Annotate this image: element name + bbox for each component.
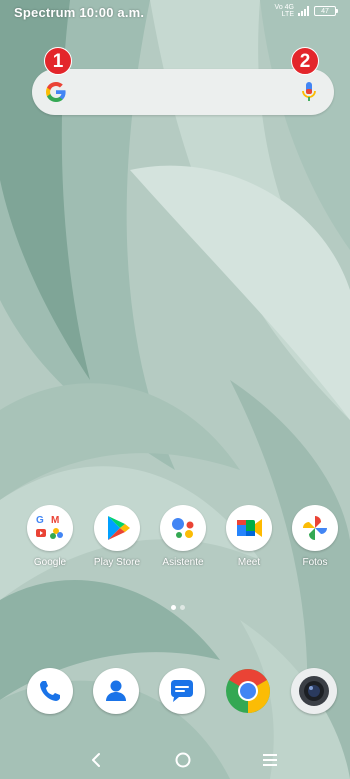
microphone-icon[interactable] (300, 80, 318, 104)
app-label-fotos: Fotos (302, 557, 328, 568)
google-search-bar[interactable] (32, 69, 334, 115)
page-dot-active (171, 605, 176, 610)
phone-icon (40, 681, 60, 701)
network-lte: LTE (281, 11, 294, 18)
navigation-bar (0, 736, 350, 779)
battery-level: 47 (321, 8, 329, 15)
contacts-icon (106, 680, 126, 701)
phone-app[interactable] (27, 668, 73, 714)
callout-badge-2: 2 (291, 47, 319, 75)
meet-camera-icon (237, 519, 262, 537)
home-icon[interactable] (165, 742, 201, 778)
status-left: Spectrum 10:00 a.m. (14, 5, 144, 20)
status-bar: Spectrum 10:00 a.m. Vo 4G LTE 47 (0, 0, 350, 24)
network-type: Vo 4G LTE (275, 4, 294, 18)
network-volte: Vo 4G (274, 4, 294, 11)
play-store-icon (94, 505, 140, 551)
app-label-asistente: Asistente (162, 557, 204, 568)
menu-icon[interactable] (252, 742, 288, 778)
google-folder-icon: G M (27, 505, 73, 551)
photos-pinwheel-icon (303, 516, 327, 540)
app-label-meet: Meet (237, 557, 261, 568)
page-dot (180, 605, 185, 610)
status-time: 10:00 a.m. (79, 5, 145, 20)
assistant-icon (160, 505, 206, 551)
meet-icon (226, 505, 272, 551)
app-fotos[interactable]: Fotos (283, 505, 347, 568)
messages-icon (171, 680, 193, 702)
messages-app[interactable] (159, 668, 205, 714)
carrier-name: Spectrum (14, 5, 76, 20)
app-label-play-store: Play Store (93, 557, 141, 568)
google-apps-folder-icon: G M (36, 515, 63, 539)
camera-icon (299, 676, 329, 706)
app-asistente[interactable]: Asistente (151, 505, 215, 568)
chrome-icon (226, 669, 270, 713)
chrome-app[interactable] (225, 668, 271, 714)
svg-text:G: G (36, 515, 44, 526)
svg-text:M: M (51, 515, 59, 526)
status-icons: Vo 4G LTE 47 (275, 4, 338, 18)
signal-icon (298, 6, 309, 16)
back-icon[interactable] (78, 742, 114, 778)
app-google-folder[interactable]: G M Google (18, 505, 82, 568)
play-triangle-icon (108, 516, 130, 540)
google-g-icon[interactable] (44, 80, 68, 104)
camera-app[interactable] (291, 668, 337, 714)
app-label-google: Google (33, 557, 67, 568)
photos-icon (292, 505, 338, 551)
page-indicator (171, 605, 185, 610)
contacts-app[interactable] (93, 668, 139, 714)
assistant-dots-icon (172, 518, 194, 538)
callout-badge-1: 1 (44, 47, 72, 75)
app-play-store[interactable]: Play Store (85, 505, 149, 568)
battery-icon: 47 (314, 6, 338, 16)
app-meet[interactable]: Meet (217, 505, 281, 568)
wallpaper (0, 0, 350, 779)
home-screen: Spectrum 10:00 a.m. Vo 4G LTE 47 1 2 G M… (0, 0, 350, 779)
